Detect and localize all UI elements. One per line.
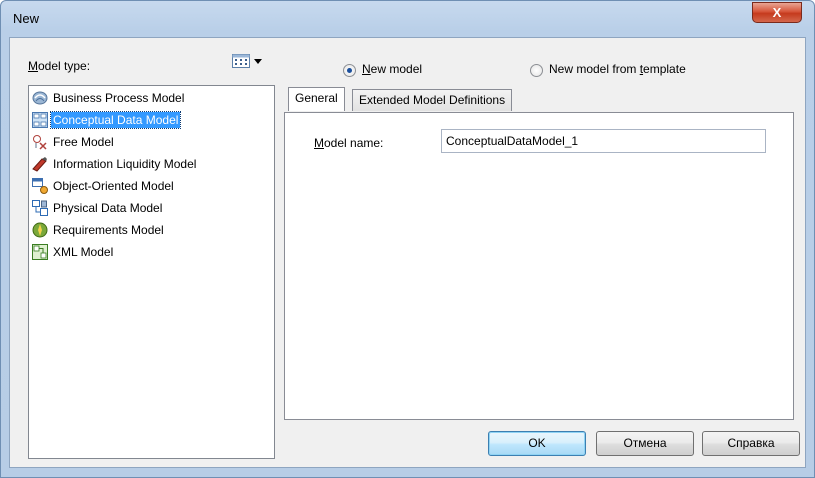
business-process-icon	[32, 91, 48, 105]
new-model-label[interactable]: New model	[362, 62, 422, 76]
list-item-label: Free Model	[53, 135, 114, 149]
list-view-icon[interactable]	[232, 54, 250, 68]
physical-data-icon	[32, 200, 48, 216]
information-liquidity-icon	[32, 157, 47, 172]
list-item-label: XML Model	[53, 245, 114, 259]
model-name-label-accel: M	[314, 136, 324, 150]
close-icon: X	[772, 5, 782, 20]
model-name-input[interactable]: ConceptualDataModel_1	[441, 129, 766, 153]
model-name-label: Model name:	[314, 136, 383, 150]
list-item-label: Object-Oriented Model	[53, 179, 174, 193]
window-title: New	[13, 11, 40, 26]
list-item-xml-model[interactable]: XML Model	[32, 242, 115, 262]
list-item-label: Requirements Model	[53, 223, 164, 237]
template-label-pre: New model from	[549, 62, 640, 76]
template-label-rest: emplate	[643, 62, 686, 76]
ok-button[interactable]: OK	[488, 431, 586, 456]
list-item-free-model[interactable]: Free Model	[32, 132, 116, 152]
model-type-label-text: odel type:	[38, 59, 91, 73]
model-name-label-text: odel name:	[324, 136, 384, 150]
cancel-button[interactable]: Отмена	[596, 431, 694, 456]
help-button[interactable]: Справка	[702, 431, 800, 456]
general-tab-panel	[284, 112, 794, 420]
list-item-label: Conceptual Data Model	[49, 111, 182, 129]
model-type-list[interactable]: Business Process Model Conceptual Data M…	[28, 85, 275, 459]
new-model-dialog: New X Model type: Business Process Model…	[0, 0, 815, 478]
tab-extended-label: Extended Model Definitions	[359, 93, 506, 107]
close-button[interactable]: X	[752, 2, 802, 23]
object-oriented-icon	[32, 178, 48, 194]
tab-extended-model-definitions[interactable]: Extended Model Definitions	[352, 89, 513, 111]
conceptual-data-icon	[32, 112, 48, 128]
new-model-from-template-radio[interactable]	[530, 64, 543, 77]
view-dropdown-arrow-icon[interactable]	[254, 59, 262, 64]
list-item-business-process-model[interactable]: Business Process Model	[32, 88, 186, 108]
list-item-label: Physical Data Model	[53, 201, 163, 215]
list-item-requirements-model[interactable]: Requirements Model	[32, 220, 166, 240]
list-item-physical-data-model[interactable]: Physical Data Model	[32, 198, 164, 218]
tab-general[interactable]: General	[288, 87, 345, 111]
model-type-label-accel: M	[28, 59, 38, 73]
list-item-label: Business Process Model	[53, 91, 185, 105]
tab-general-label: General	[295, 91, 338, 105]
title-bar[interactable]: New X	[1, 1, 814, 37]
new-model-from-template-label[interactable]: New model from template	[549, 62, 686, 76]
dialog-client-area: Model type: Business Process Model Conce…	[9, 37, 806, 468]
new-model-label-text: ew model	[370, 62, 423, 76]
list-item-label: Information Liquidity Model	[53, 157, 197, 171]
list-item-information-liquidity-model[interactable]: Information Liquidity Model	[32, 154, 198, 174]
requirements-icon	[32, 222, 48, 238]
new-model-radio[interactable]	[343, 64, 356, 77]
new-model-label-accel: N	[362, 62, 371, 76]
list-item-object-oriented-model[interactable]: Object-Oriented Model	[32, 176, 176, 196]
list-item-conceptual-data-model[interactable]: Conceptual Data Model	[32, 110, 182, 130]
free-model-icon	[33, 135, 47, 150]
xml-model-icon	[32, 244, 48, 260]
model-type-label: Model type:	[28, 59, 90, 73]
